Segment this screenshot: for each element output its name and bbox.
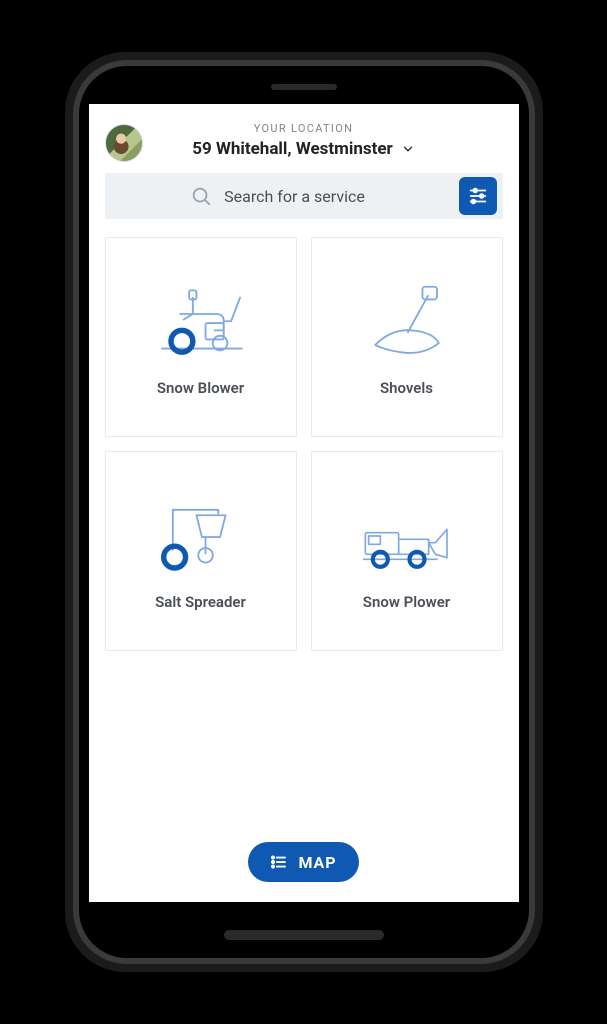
search-bar[interactable]: Search for a service: [105, 173, 503, 219]
list-icon: [270, 853, 288, 871]
chevron-down-icon: [401, 142, 415, 156]
snow-plower-icon: [357, 491, 457, 581]
salt-spreader-icon: [151, 491, 251, 581]
screen: YOUR LOCATION 59 Whitehall, Westminster: [89, 104, 519, 902]
location-text: 59 Whitehall, Westminster: [192, 139, 393, 159]
service-label: Snow Plower: [363, 593, 450, 611]
phone-frame: YOUR LOCATION 59 Whitehall, Westminster: [65, 52, 543, 972]
service-card-snow-blower[interactable]: Snow Blower: [105, 237, 297, 437]
service-card-shovels[interactable]: Shovels: [311, 237, 503, 437]
search-placeholder: Search for a service: [224, 187, 365, 206]
header: YOUR LOCATION 59 Whitehall, Westminster: [105, 122, 503, 159]
filter-button[interactable]: [459, 177, 497, 215]
avatar[interactable]: [105, 124, 143, 162]
shovel-icon: [357, 277, 457, 367]
service-card-salt-spreader[interactable]: Salt Spreader: [105, 451, 297, 651]
service-label: Salt Spreader: [155, 593, 246, 611]
phone-speaker: [271, 84, 337, 90]
map-button-label: MAP: [298, 853, 336, 872]
phone-home-bar: [224, 930, 384, 940]
map-button[interactable]: MAP: [248, 842, 358, 882]
service-label: Snow Blower: [157, 379, 244, 397]
service-grid: Snow Blower Shovel: [105, 237, 503, 651]
location-label: YOUR LOCATION: [105, 122, 503, 135]
search-icon: [190, 185, 212, 207]
service-label: Shovels: [380, 379, 433, 397]
location-selector[interactable]: 59 Whitehall, Westminster: [105, 139, 503, 159]
snow-blower-icon: [151, 277, 251, 367]
sliders-icon: [467, 185, 489, 207]
service-card-snow-plower[interactable]: Snow Plower: [311, 451, 503, 651]
footer: MAP: [105, 651, 503, 902]
